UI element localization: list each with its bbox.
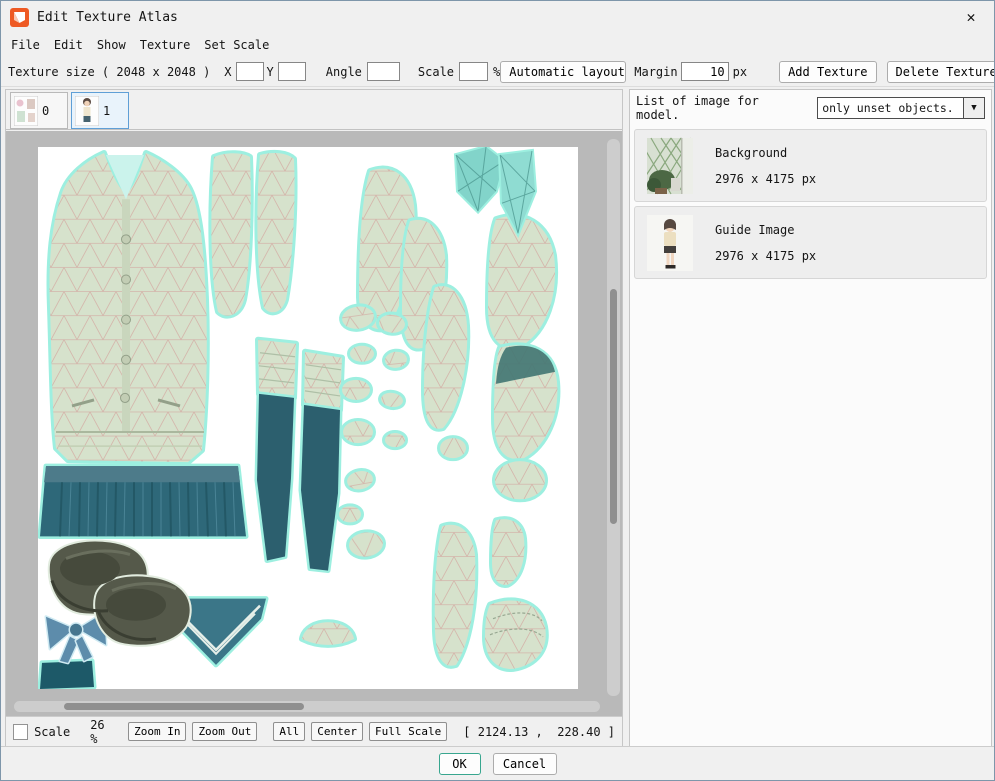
image-list-header: List of image for model. only unset obje… <box>630 90 991 126</box>
image-list-panel: List of image for model. only unset obje… <box>629 89 992 747</box>
atlas-tab-1[interactable]: 1 <box>71 92 129 129</box>
margin-unit-label: px <box>733 65 747 79</box>
status-scale-label: Scale <box>34 725 70 739</box>
menu-file[interactable]: File <box>4 36 47 54</box>
dialog-footer: OK Cancel <box>1 746 994 780</box>
atlas-panel: 0 1 <box>5 89 623 747</box>
add-texture-button[interactable]: Add Texture <box>779 61 876 83</box>
image-meta: Guide Image 2976 x 4175 px <box>715 223 816 263</box>
background-thumbnail <box>647 137 693 195</box>
scale-label: Scale <box>418 65 454 79</box>
margin-input[interactable] <box>681 62 729 81</box>
y-input[interactable] <box>278 62 306 81</box>
image-size: 2976 x 4175 px <box>715 249 816 263</box>
cancel-button[interactable]: Cancel <box>493 753 557 775</box>
x-label: X <box>224 65 231 79</box>
atlas-canvas-area[interactable] <box>6 131 622 716</box>
list-item-background[interactable]: Background 2976 x 4175 px <box>634 129 987 202</box>
full-scale-button[interactable]: Full Scale <box>369 722 447 741</box>
canvas-horizontal-scrollbar[interactable] <box>14 701 600 712</box>
vertical-scrollbar-thumb[interactable] <box>610 289 617 524</box>
toolbar: Texture size ( 2048 x 2048 ) X Y Angle S… <box>1 57 994 87</box>
image-name: Background <box>715 146 816 160</box>
menu-texture[interactable]: Texture <box>133 36 198 54</box>
titlebar: Edit Texture Atlas ✕ <box>1 1 994 33</box>
image-list-label: List of image for model. <box>636 94 809 122</box>
image-name: Guide Image <box>715 223 816 237</box>
angle-label: Angle <box>326 65 362 79</box>
cursor-coordinates: [ 2124.13 , 228.40 ] <box>463 725 615 739</box>
scale-input[interactable] <box>459 62 488 81</box>
tab-1-thumbnail <box>75 96 99 126</box>
menu-set-scale[interactable]: Set Scale <box>197 36 276 54</box>
center-button[interactable]: Center <box>311 722 363 741</box>
canvas-vertical-scrollbar[interactable] <box>607 139 620 696</box>
texture-atlas-image <box>38 147 578 689</box>
zoom-out-button[interactable]: Zoom Out <box>192 722 257 741</box>
atlas-tab-0[interactable]: 0 <box>10 92 68 129</box>
canvas-statusbar: Scale 26 % Zoom In Zoom Out All Center F… <box>6 716 622 746</box>
x-input[interactable] <box>236 62 264 81</box>
close-icon[interactable]: ✕ <box>948 1 994 33</box>
image-filter-dropdown[interactable]: only unset objects. ▼ <box>817 97 985 119</box>
menubar: File Edit Show Texture Set Scale <box>1 33 994 57</box>
image-list: Background 2976 x 4175 px <box>630 126 991 282</box>
image-size: 2976 x 4175 px <box>715 172 816 186</box>
horizontal-scrollbar-thumb[interactable] <box>64 703 304 710</box>
image-meta: Background 2976 x 4175 px <box>715 146 816 186</box>
tab-0-label: 0 <box>42 104 49 118</box>
atlas-tabstrip: 0 1 <box>6 90 622 130</box>
chevron-down-icon[interactable]: ▼ <box>963 98 984 118</box>
edit-texture-atlas-window: Edit Texture Atlas ✕ File Edit Show Text… <box>0 0 995 781</box>
texture-size-label: Texture size ( 2048 x 2048 ) <box>8 65 210 79</box>
all-button[interactable]: All <box>273 722 305 741</box>
angle-input[interactable] <box>367 62 400 81</box>
texture-atlas-canvas[interactable] <box>38 147 578 689</box>
tab-0-thumbnail <box>14 96 38 126</box>
window-title: Edit Texture Atlas <box>37 10 178 25</box>
guide-image-thumbnail <box>647 214 693 272</box>
delete-texture-button[interactable]: Delete Texture <box>887 61 995 83</box>
tab-1-label: 1 <box>103 104 110 118</box>
menu-show[interactable]: Show <box>90 36 133 54</box>
scale-indicator-box[interactable] <box>13 724 28 740</box>
status-scale-value: 26 % <box>90 718 110 746</box>
image-filter-value: only unset objects. <box>818 98 963 118</box>
app-logo-icon <box>10 8 29 27</box>
ok-button[interactable]: OK <box>439 753 481 775</box>
automatic-layout-button[interactable]: Automatic layout <box>500 61 626 83</box>
margin-label: Margin <box>634 65 677 79</box>
y-label: Y <box>267 65 274 79</box>
menu-edit[interactable]: Edit <box>47 36 90 54</box>
zoom-in-button[interactable]: Zoom In <box>128 722 186 741</box>
list-item-guide-image[interactable]: Guide Image 2976 x 4175 px <box>634 206 987 279</box>
percent-label: % <box>493 65 500 79</box>
